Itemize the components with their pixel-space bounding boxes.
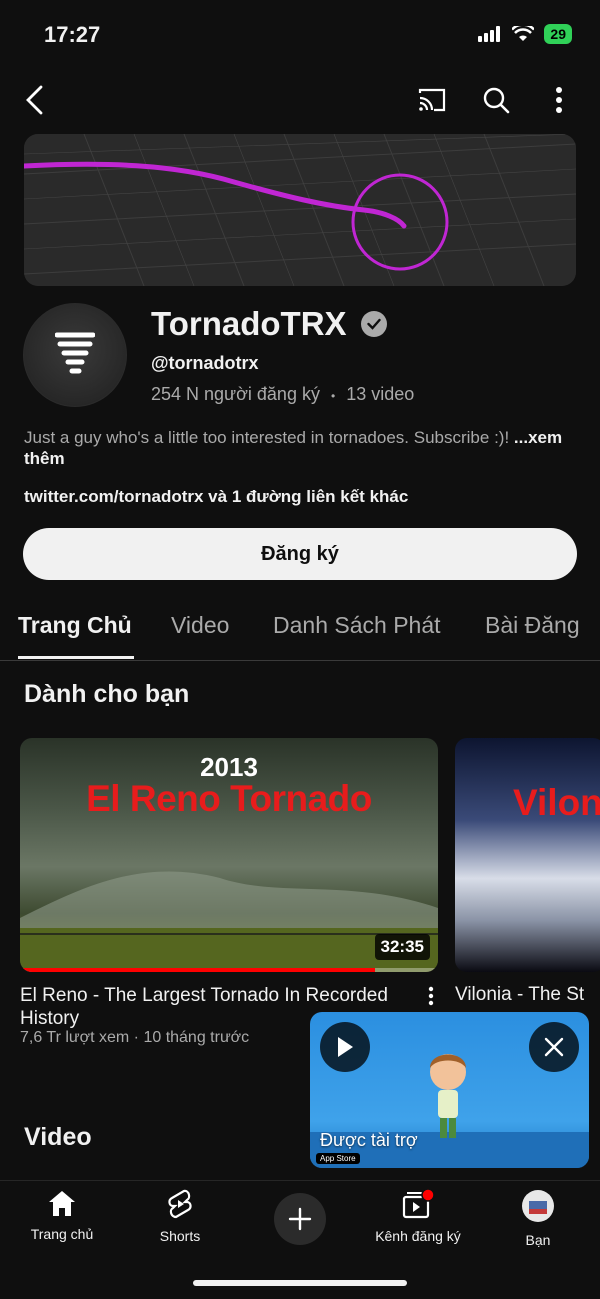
app-store-badge: App Store xyxy=(316,1153,360,1164)
cast-icon xyxy=(418,88,446,112)
play-icon xyxy=(338,1037,353,1057)
nav-you-label: Bạn xyxy=(525,1232,551,1248)
tab-videos[interactable]: Video xyxy=(171,612,229,639)
signal-icon xyxy=(478,26,501,42)
nav-subscriptions-label: Kênh đăng ký xyxy=(375,1228,461,1244)
video-meta: 7,6 Tr lượt xem · 10 tháng trước xyxy=(20,1029,250,1046)
description-text: Just a guy who's a little too interested… xyxy=(24,428,510,447)
profile-avatar-icon xyxy=(522,1190,554,1222)
tab-posts[interactable]: Bài Đăng xyxy=(485,612,580,639)
channel-name-row: TornadoTRX xyxy=(151,305,387,343)
home-indicator xyxy=(193,1280,407,1286)
cast-button[interactable] xyxy=(410,78,454,122)
nav-home-label: Trang chủ xyxy=(30,1226,94,1242)
watch-progress-fill xyxy=(20,968,376,972)
back-button[interactable] xyxy=(12,78,56,122)
watch-progress-bar xyxy=(20,968,438,972)
nav-home[interactable]: Trang chủ xyxy=(7,1189,117,1242)
section-title-videos: Video xyxy=(24,1123,92,1151)
channel-banner xyxy=(24,134,576,286)
status-icons: 29 xyxy=(478,24,572,44)
sponsored-mini-player[interactable]: Được tài trợ App Store xyxy=(310,1012,589,1168)
close-icon xyxy=(544,1037,564,1057)
video-thumbnail-2[interactable]: Vilon xyxy=(455,738,600,972)
subscribe-button[interactable]: Đăng ký xyxy=(23,528,577,580)
thumbnail-title-2: Vilon xyxy=(513,782,600,823)
top-bar xyxy=(0,78,600,126)
more-button[interactable] xyxy=(537,78,581,122)
video-duration: 32:35 xyxy=(374,934,430,960)
chevron-left-icon xyxy=(26,85,43,115)
more-vertical-icon xyxy=(428,986,434,1006)
meta-separator: • xyxy=(330,389,336,403)
subscriptions-icon xyxy=(402,1188,435,1219)
subscriber-count: 254 N người đăng ký xyxy=(151,384,320,404)
mini-player-play-button[interactable] xyxy=(320,1022,370,1072)
channel-tabs: Trang Chủ Video Danh Sách Phát Bài Đăng xyxy=(0,604,600,661)
channel-links[interactable]: twitter.com/tornadotrx và 1 đường liên k… xyxy=(24,487,408,507)
video-title-2[interactable]: Vilonia - The St xyxy=(455,984,600,1006)
wifi-icon xyxy=(512,26,535,41)
channel-avatar[interactable] xyxy=(23,303,127,407)
channel-meta: 254 N người đăng ký • 13 video xyxy=(151,384,414,405)
status-time: 17:27 xyxy=(44,22,101,47)
thumbnail-title: El Reno Tornado xyxy=(86,778,372,819)
channel-handle: @tornadotrx xyxy=(151,353,259,373)
status-bar: 17:27 29 xyxy=(0,0,600,70)
tornado-logo-icon xyxy=(55,332,95,374)
search-button[interactable] xyxy=(474,78,518,122)
verified-icon xyxy=(360,311,387,337)
video-count: 13 video xyxy=(346,384,415,404)
video-menu-button[interactable] xyxy=(428,986,434,1012)
shorts-icon xyxy=(168,1189,192,1219)
banner-map-image xyxy=(24,134,576,286)
active-tab-indicator xyxy=(18,656,134,659)
section-title-for-you: Dành cho bạn xyxy=(24,680,190,708)
battery-indicator: 29 xyxy=(544,24,572,44)
channel-name: TornadoTRX xyxy=(151,305,347,342)
search-icon xyxy=(483,87,510,114)
channel-description[interactable]: Just a guy who's a little too interested… xyxy=(24,427,564,469)
plus-icon xyxy=(288,1207,312,1231)
video-thumbnail[interactable]: 2013 El Reno Tornado 32:35 xyxy=(20,738,438,972)
tab-playlists[interactable]: Danh Sách Phát xyxy=(273,612,441,639)
home-icon xyxy=(49,1191,75,1216)
nav-shorts[interactable]: Shorts xyxy=(125,1189,235,1244)
mini-player-close-button[interactable] xyxy=(529,1022,579,1072)
more-vertical-icon xyxy=(556,87,562,113)
nav-shorts-label: Shorts xyxy=(159,1228,201,1244)
nav-you[interactable]: Bạn xyxy=(483,1189,593,1248)
create-button[interactable] xyxy=(274,1193,326,1245)
sponsored-label: Được tài trợ xyxy=(320,1130,418,1150)
tab-home[interactable]: Trang Chủ xyxy=(18,612,132,639)
nav-subscriptions[interactable]: Kênh đăng ký xyxy=(363,1188,473,1244)
